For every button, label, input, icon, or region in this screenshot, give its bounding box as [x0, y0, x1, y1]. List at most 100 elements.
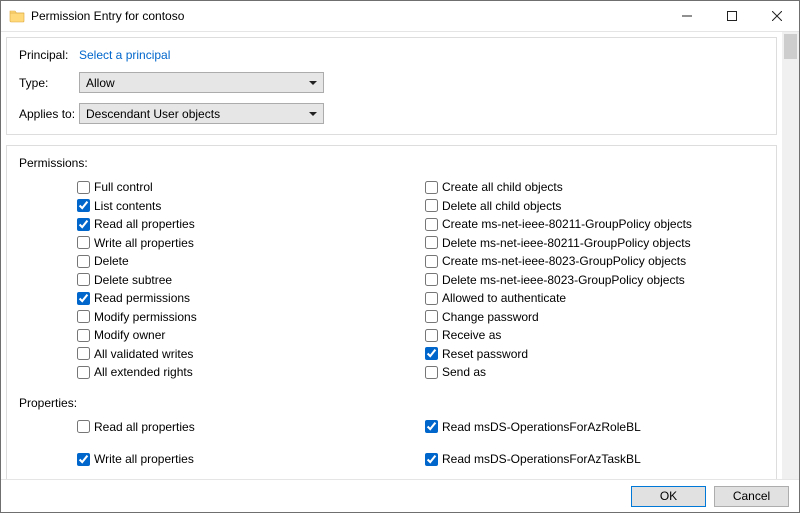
- permission-item[interactable]: Full control: [77, 178, 425, 197]
- property-checkbox[interactable]: [77, 453, 90, 466]
- permission-checkbox[interactable]: [425, 218, 438, 231]
- permission-label: Receive as: [442, 328, 501, 342]
- permission-item[interactable]: List contents: [77, 197, 425, 216]
- minimize-button[interactable]: [664, 1, 709, 31]
- permission-label: Create ms-net-ieee-8023-GroupPolicy obje…: [442, 254, 686, 268]
- permission-item[interactable]: Reset password: [425, 345, 764, 364]
- permission-label: Delete all child objects: [442, 199, 561, 213]
- applies-to-label: Applies to:: [19, 107, 79, 121]
- permission-checkbox[interactable]: [77, 236, 90, 249]
- applies-to-select[interactable]: Descendant User objects: [79, 103, 324, 124]
- select-principal-link[interactable]: Select a principal: [79, 48, 170, 62]
- permission-label: Full control: [94, 180, 153, 194]
- permission-label: All validated writes: [94, 347, 193, 361]
- permission-checkbox[interactable]: [77, 273, 90, 286]
- permission-checkbox[interactable]: [425, 329, 438, 342]
- ok-button[interactable]: OK: [631, 486, 706, 507]
- permission-item[interactable]: Create all child objects: [425, 178, 764, 197]
- permission-checkbox[interactable]: [425, 366, 438, 379]
- properties-label: Properties:: [19, 396, 764, 410]
- permission-label: Create ms-net-ieee-80211-GroupPolicy obj…: [442, 217, 692, 231]
- chevron-down-icon: [309, 112, 317, 116]
- permission-label: Write all properties: [94, 236, 194, 250]
- permission-checkbox[interactable]: [425, 310, 438, 323]
- permission-item[interactable]: Allowed to authenticate: [425, 289, 764, 308]
- scroll-thumb[interactable]: [784, 34, 797, 59]
- permission-item[interactable]: Modify owner: [77, 326, 425, 345]
- permission-item[interactable]: Delete subtree: [77, 271, 425, 290]
- permission-checkbox[interactable]: [77, 292, 90, 305]
- permission-checkbox[interactable]: [77, 255, 90, 268]
- permission-checkbox[interactable]: [425, 199, 438, 212]
- permission-item[interactable]: Receive as: [425, 326, 764, 345]
- permission-checkbox[interactable]: [77, 199, 90, 212]
- permission-label: Reset password: [442, 347, 528, 361]
- type-label: Type:: [19, 76, 79, 90]
- permission-checkbox[interactable]: [77, 347, 90, 360]
- vertical-scrollbar[interactable]: [782, 32, 799, 479]
- permission-item[interactable]: Delete ms-net-ieee-8023-GroupPolicy obje…: [425, 271, 764, 290]
- property-item[interactable]: Read msDS-OperationsForAzTaskBL: [425, 450, 764, 469]
- permission-label: List contents: [94, 199, 161, 213]
- permission-checkbox[interactable]: [425, 181, 438, 194]
- object-group: Principal: Select a principal Type: Allo…: [6, 37, 777, 135]
- cancel-button[interactable]: Cancel: [714, 486, 789, 507]
- permission-item[interactable]: Modify permissions: [77, 308, 425, 327]
- permission-checkbox[interactable]: [77, 218, 90, 231]
- permission-item[interactable]: Delete ms-net-ieee-80211-GroupPolicy obj…: [425, 234, 764, 253]
- permission-label: Delete subtree: [94, 273, 172, 287]
- client-area-row: Principal: Select a principal Type: Allo…: [1, 32, 799, 479]
- permission-checkbox[interactable]: [425, 236, 438, 249]
- permissions-columns: Full control List contents Read all proper…: [19, 178, 764, 382]
- window-controls: [664, 1, 799, 31]
- permission-label: Delete: [94, 254, 129, 268]
- permission-label: Read permissions: [94, 291, 190, 305]
- property-item[interactable]: Read msDS-OperationsForAzRoleBL: [425, 418, 764, 437]
- permission-item[interactable]: Delete: [77, 252, 425, 271]
- permission-checkbox[interactable]: [425, 255, 438, 268]
- permission-label: Allowed to authenticate: [442, 291, 566, 305]
- permission-checkbox[interactable]: [425, 273, 438, 286]
- permissions-col-left: Full control List contents Read all proper…: [19, 178, 425, 382]
- permission-label: Create all child objects: [442, 180, 563, 194]
- permission-item[interactable]: Read all properties: [77, 215, 425, 234]
- permission-checkbox[interactable]: [77, 181, 90, 194]
- permission-item[interactable]: Change password: [425, 308, 764, 327]
- applies-to-value: Descendant User objects: [86, 107, 220, 121]
- permission-checkbox[interactable]: [425, 292, 438, 305]
- permission-item[interactable]: All extended rights: [77, 363, 425, 382]
- properties-col-right: Read msDS-OperationsForAzRoleBL Read msDS…: [425, 418, 764, 480]
- maximize-button[interactable]: [709, 1, 754, 31]
- permission-item[interactable]: Create ms-net-ieee-80211-GroupPolicy obj…: [425, 215, 764, 234]
- window-title: Permission Entry for contoso: [31, 9, 664, 23]
- close-button[interactable]: [754, 1, 799, 31]
- permission-checkbox[interactable]: [77, 366, 90, 379]
- permission-checkbox[interactable]: [77, 329, 90, 342]
- permission-label: Delete ms-net-ieee-8023-GroupPolicy obje…: [442, 273, 685, 287]
- permission-item[interactable]: Create ms-net-ieee-8023-GroupPolicy obje…: [425, 252, 764, 271]
- permission-item[interactable]: All validated writes: [77, 345, 425, 364]
- permission-item[interactable]: Read permissions: [77, 289, 425, 308]
- folder-icon: [9, 8, 25, 24]
- permission-label: Change password: [442, 310, 539, 324]
- permission-checkbox[interactable]: [77, 310, 90, 323]
- permission-item[interactable]: Write all properties: [77, 234, 425, 253]
- permission-checkbox[interactable]: [425, 347, 438, 360]
- property-checkbox[interactable]: [77, 420, 90, 433]
- property-checkbox[interactable]: [425, 420, 438, 433]
- property-label: Read msDS-OperationsForAzRoleBL: [442, 420, 641, 434]
- property-item[interactable]: Write all properties: [77, 450, 425, 469]
- properties-columns: Read all propertiesWrite all properties …: [19, 418, 764, 480]
- permission-label: Modify owner: [94, 328, 165, 342]
- property-label: Read all properties: [94, 420, 195, 434]
- property-checkbox[interactable]: [425, 453, 438, 466]
- titlebar: Permission Entry for contoso: [1, 1, 799, 32]
- permission-item[interactable]: Delete all child objects: [425, 197, 764, 216]
- permission-label: Read all properties: [94, 217, 195, 231]
- property-item[interactable]: Read all properties: [77, 418, 425, 437]
- property-label: Read msDS-OperationsForAzTaskBL: [442, 452, 641, 466]
- properties-col-left: Read all properties Write all properties: [19, 418, 425, 480]
- permission-label: All extended rights: [94, 365, 193, 379]
- type-select[interactable]: Allow: [79, 72, 324, 93]
- permission-item[interactable]: Send as: [425, 363, 764, 382]
